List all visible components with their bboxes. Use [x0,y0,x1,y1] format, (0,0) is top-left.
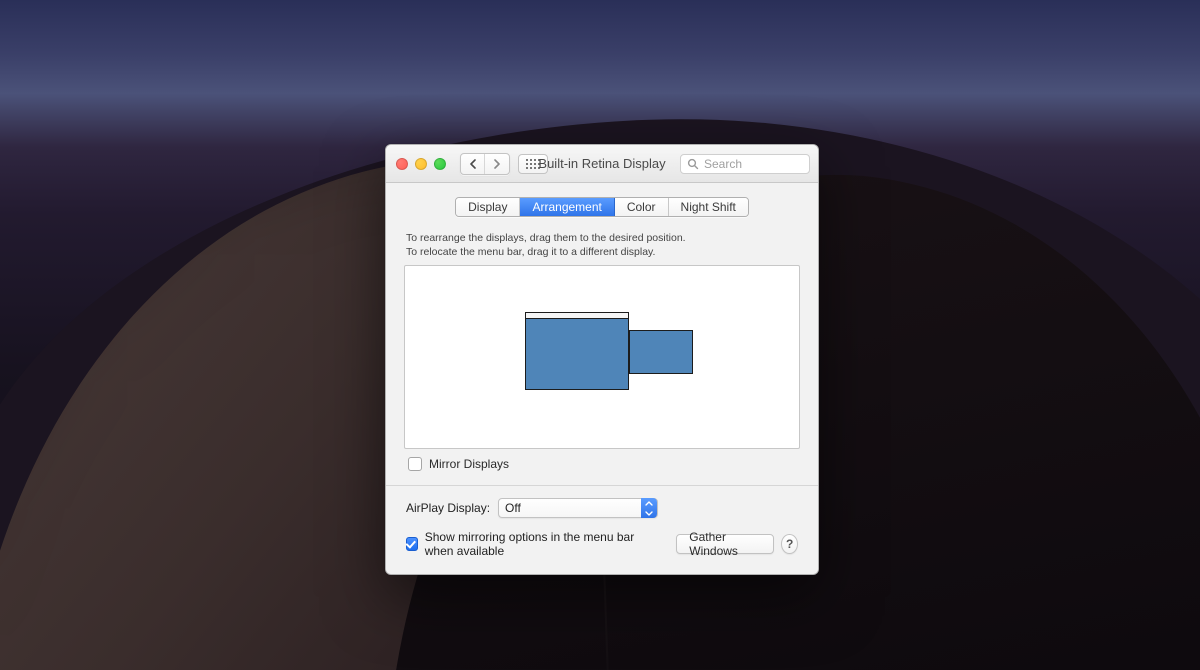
arrangement-area[interactable] [404,265,800,449]
popup-stepper-icon [641,498,657,518]
mirror-displays-checkbox[interactable] [408,457,422,471]
display-main-draggable[interactable] [525,312,629,390]
window-controls [394,158,446,170]
chevron-left-icon [469,159,477,169]
minimize-button[interactable] [415,158,427,170]
show-mirroring-label: Show mirroring options in the menu bar w… [425,530,663,558]
airplay-label: AirPlay Display: [406,501,490,515]
gather-windows-button[interactable]: Gather Windows [676,534,774,554]
mirror-displays-label: Mirror Displays [429,457,509,471]
divider [386,485,818,486]
chevron-right-icon [493,159,501,169]
window-body: Display Arrangement Color Night Shift To… [386,183,818,574]
zoom-button[interactable] [434,158,446,170]
tab-arrangement[interactable]: Arrangement [520,198,614,216]
instructions-line-2: To relocate the menu bar, drag it to a d… [406,245,798,259]
nav-buttons [460,153,510,175]
tab-bar: Display Arrangement Color Night Shift [402,197,802,217]
show-all-button[interactable] [518,154,548,174]
tab-night-shift[interactable]: Night Shift [669,198,748,216]
display-secondary-draggable[interactable] [629,330,693,374]
instructions-line-1: To rearrange the displays, drag them to … [406,231,798,245]
airplay-popup[interactable]: Off [498,498,658,518]
tab-color[interactable]: Color [615,198,669,216]
help-button[interactable]: ? [781,534,798,554]
search-field[interactable]: Search [680,154,810,174]
display-preferences-window: Built-in Retina Display Search Display A… [385,144,819,575]
menu-bar-draggable[interactable] [526,313,628,319]
search-placeholder: Search [704,157,742,171]
search-icon [687,158,699,170]
titlebar: Built-in Retina Display Search [386,145,818,183]
forward-button[interactable] [485,154,509,174]
tab-display[interactable]: Display [456,198,520,216]
show-mirroring-checkbox[interactable] [406,537,418,551]
close-button[interactable] [396,158,408,170]
grid-icon [526,159,540,169]
airplay-value: Off [505,501,521,515]
instructions-text: To rearrange the displays, drag them to … [406,231,798,259]
back-button[interactable] [461,154,485,174]
